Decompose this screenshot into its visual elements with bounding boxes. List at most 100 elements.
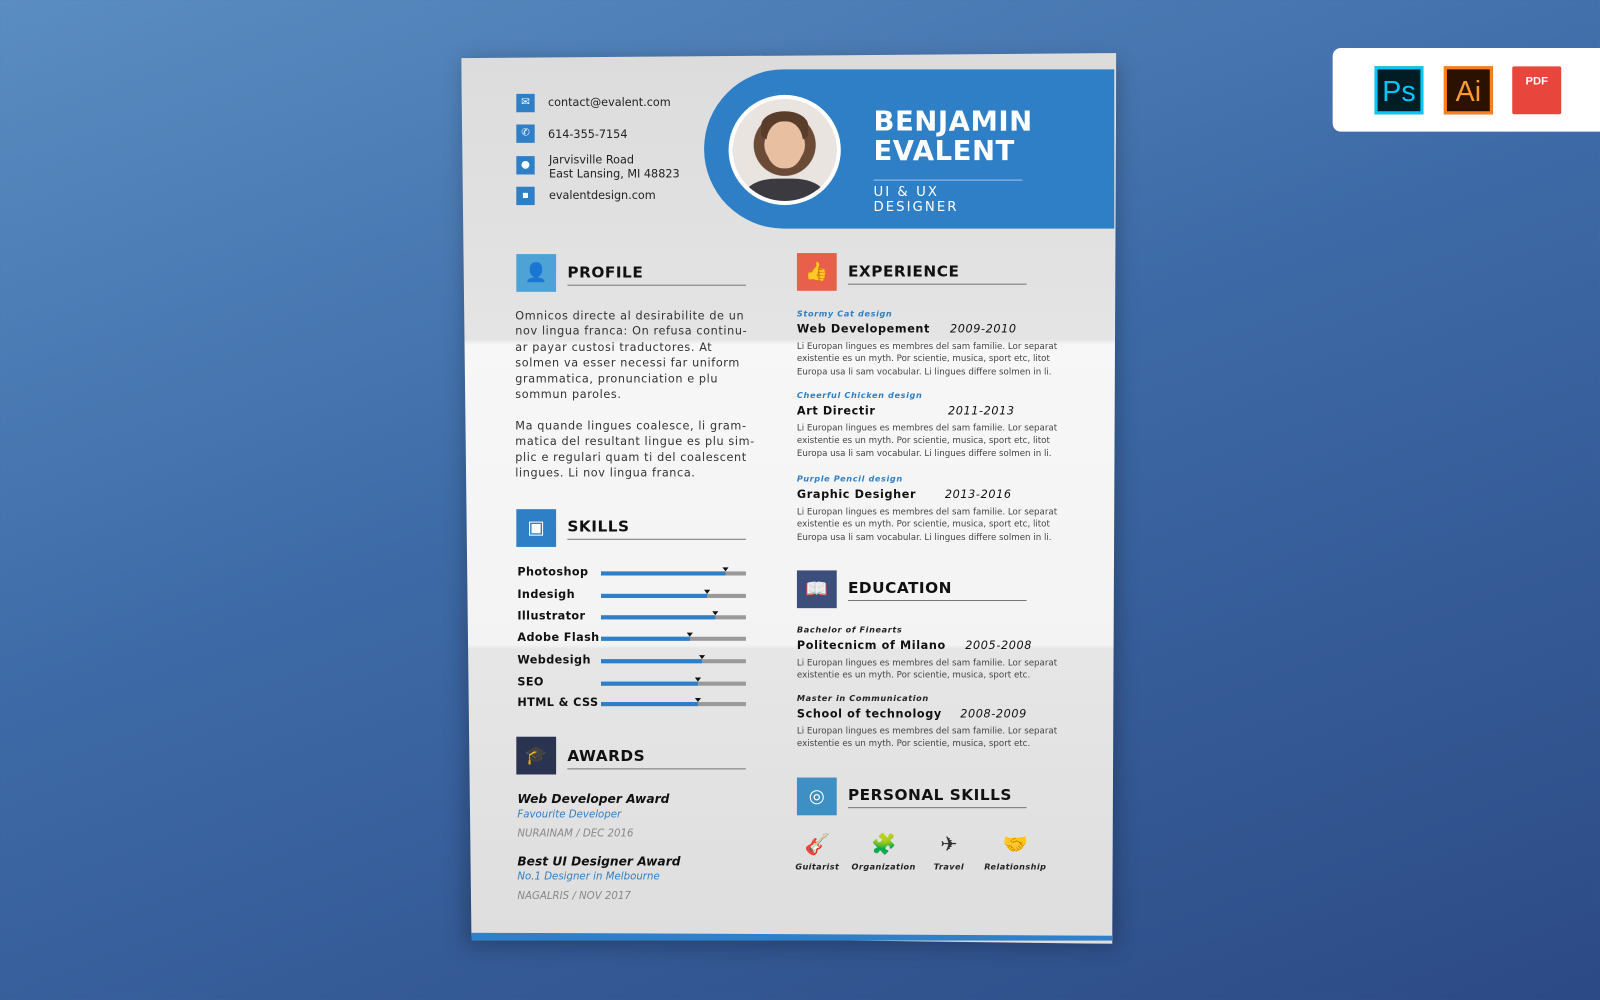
- thumbs-up-icon: 👍: [796, 253, 837, 291]
- skill-bar: [601, 677, 746, 686]
- user-icon: 👤: [516, 254, 557, 292]
- school-name: School of technology: [796, 707, 942, 721]
- skill-bar-fill: [601, 571, 726, 576]
- skill-bar: [601, 611, 746, 620]
- profile-line: ar payar custosi traductores. At: [515, 340, 713, 354]
- contact-phone: 614-355-7154: [547, 127, 628, 141]
- award-detail: NAGALRIS / NOV 2017: [517, 890, 631, 903]
- award-detail: NURAINAM / DEC 2016: [517, 828, 634, 840]
- school-name: Politecnicm of Milano: [796, 638, 946, 653]
- aperture-icon: ◎: [796, 777, 837, 816]
- profile-paragraph-1: Omnicos directe al desirabilite de un nov…: [515, 308, 747, 402]
- awards-heading: AWARDS: [567, 747, 746, 770]
- description-line: Li Europan lingues es membres del sam fa…: [796, 507, 1058, 518]
- profile-line: Ma quande lingues coalesce, li gram-: [515, 419, 747, 433]
- email-icon: ✉: [516, 93, 535, 113]
- skill-bar-fill: [601, 681, 699, 686]
- book-icon: 📖: [796, 570, 837, 609]
- first-name: BENJAMIN: [873, 106, 1033, 138]
- skill-level-marker: [699, 655, 706, 660]
- skill-level-marker: [722, 567, 729, 572]
- skill-name: Indesigh: [517, 587, 575, 602]
- skill-bar-fill: [601, 593, 707, 598]
- profile-line: Omnicos directe al desirabilite de un: [515, 309, 745, 323]
- skill-level-marker: [695, 697, 702, 703]
- handshake-icon: 🤝: [1002, 831, 1029, 857]
- skill-bar: [601, 632, 746, 641]
- description-line: Europa usa li sam vocabular. Li lingues …: [796, 366, 1052, 378]
- airplane-icon: ✈: [940, 831, 958, 857]
- job-title: UI & UX DESIGNER: [873, 179, 1023, 215]
- illustrator-icon: Ai: [1443, 66, 1493, 115]
- award-title: Best UI Designer Award: [517, 854, 681, 869]
- description-line: Europa usa li sam vocabular. Li lingues …: [796, 448, 1052, 459]
- description-line: existentie es un myth. Por scientie, mus…: [796, 354, 1050, 365]
- personal-skills-heading: PERSONAL SKILLS: [847, 786, 1027, 809]
- photoshop-icon: Ps: [1374, 66, 1424, 115]
- location-icon: ●: [516, 156, 535, 175]
- award-title: Web Developer Award: [517, 791, 670, 807]
- job-years: 2011-2013: [947, 404, 1015, 418]
- skill-name: Adobe Flash: [517, 630, 600, 644]
- profile-line: plic e regulari quam ti del coalescent: [515, 450, 747, 465]
- contact-address-2: East Lansing, MI 48823: [548, 167, 680, 181]
- degree: Master in Communication: [796, 693, 929, 704]
- profile-photo: [728, 94, 841, 206]
- monitor-icon: ▣: [516, 509, 557, 547]
- description-line: Li Europan lingues es membres del sam fa…: [796, 726, 1058, 737]
- profile-paragraph-2: Ma quande lingues coalesce, li gram-mati…: [515, 418, 755, 481]
- skill-bar: [601, 567, 746, 576]
- job-role: Web Developement: [796, 322, 930, 336]
- skill-name: HTML & CSS: [517, 695, 599, 710]
- puzzle-icon: 🧩: [870, 831, 897, 857]
- degree: Bachelor of Finearts: [796, 625, 903, 635]
- skill-bar-fill: [601, 615, 716, 620]
- award-subtitle: Favourite Developer: [517, 809, 622, 821]
- profile-line: grammatica, pronunciation e plu: [515, 372, 719, 386]
- job-years: 2009-2010: [949, 322, 1017, 336]
- description-line: Li Europan lingues es membres del sam fa…: [796, 341, 1058, 353]
- graduation-cap-icon: 🎓: [516, 736, 557, 775]
- job-description: Li Europan lingues es membres del sam fa…: [797, 422, 1073, 460]
- education-heading: EDUCATION: [847, 579, 1027, 602]
- experience-heading: EXPERIENCE: [847, 262, 1027, 285]
- skill-level-marker: [695, 677, 702, 682]
- stage: ✉ contact@evalent.com ✆ 614-355-7154 ● J…: [0, 0, 1600, 1000]
- description-line: existentie es un myth. Por scientie, mus…: [796, 670, 1031, 681]
- skill-bar-fill: [601, 636, 690, 641]
- description-line: Li Europan lingues es membres del sam fa…: [796, 423, 1058, 434]
- education-description: Li Europan lingues es membres del sam fa…: [797, 726, 1073, 751]
- profile-line: matica del resultant lingue es plu sim-: [515, 435, 755, 449]
- pdf-icon: PDF: [1512, 66, 1562, 115]
- company-name: Cheerful Chicken design: [796, 390, 923, 400]
- contact-email: contact@evalent.com: [547, 95, 671, 110]
- profile-heading: PROFILE: [567, 263, 746, 286]
- skill-name: Photoshop: [517, 565, 589, 579]
- skill-level-marker: [703, 589, 710, 594]
- job-years: 2013-2016: [944, 487, 1012, 502]
- skill-name: Illustrator: [517, 609, 586, 623]
- profile-line: sommun paroles.: [515, 387, 622, 402]
- description-line: existentie es un myth. Por scientie, mus…: [796, 739, 1031, 750]
- personal-skill-label: Relationship: [984, 862, 1047, 872]
- skill-bar: [601, 697, 746, 707]
- education-years: 2008-2009: [960, 707, 1027, 721]
- contact-website: evalentdesign.com: [548, 188, 656, 203]
- education-years: 2005-2008: [965, 638, 1032, 653]
- company-name: Stormy Cat design: [796, 309, 893, 319]
- description-line: Europa usa li sam vocabular. Li lingues …: [796, 532, 1052, 543]
- job-role: Graphic Desigher: [796, 487, 917, 502]
- profile-line: solmen va esser necessi far uniform: [515, 356, 740, 370]
- profile-line: nov lingua franca: On refusa continu-: [515, 324, 748, 339]
- briefcase-icon: ▪: [516, 186, 535, 206]
- skill-name: Webdesigh: [517, 653, 591, 667]
- skill-bar: [601, 655, 746, 664]
- description-line: existentie es un myth. Por scientie, mus…: [796, 519, 1050, 530]
- skill-bar: [601, 589, 746, 598]
- job-role: Art Directir: [796, 404, 876, 418]
- skill-name: SEO: [517, 675, 544, 689]
- last-name: EVALENT: [873, 135, 1015, 168]
- education-description: Li Europan lingues es membres del sam fa…: [797, 657, 1073, 682]
- description-line: existentie es un myth. Por scientie, mus…: [796, 436, 1050, 447]
- award-subtitle: No.1 Designer in Melbourne: [517, 871, 660, 883]
